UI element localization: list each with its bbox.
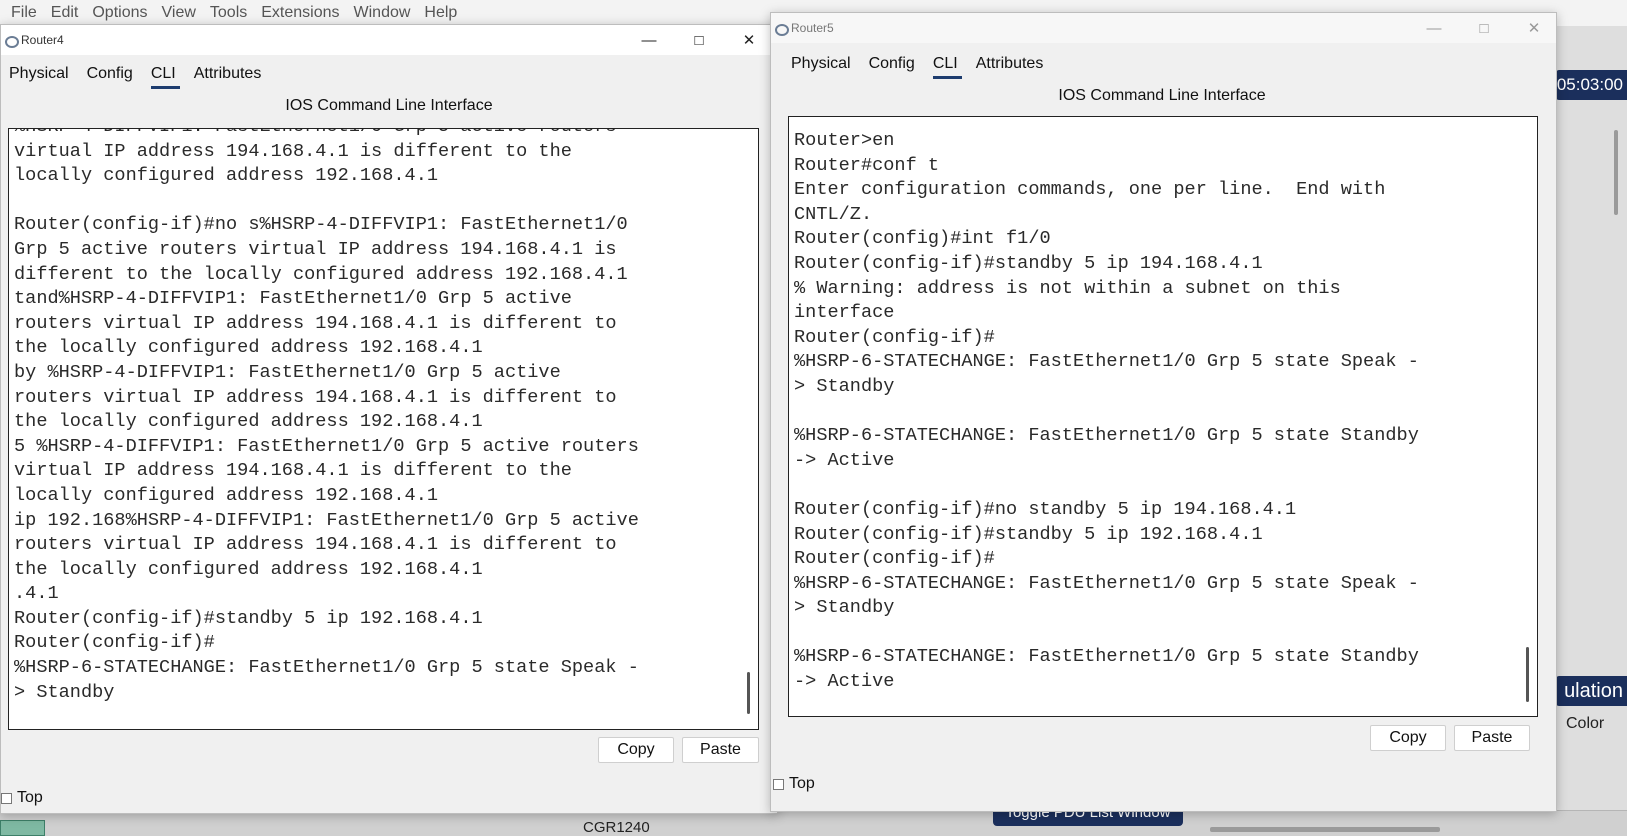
- tab-physical[interactable]: Physical: [783, 49, 861, 79]
- menu-window[interactable]: Window: [347, 4, 418, 22]
- menu-view[interactable]: View: [155, 4, 203, 22]
- router4-titlebar[interactable]: Router4 — □ ✕: [1, 25, 777, 55]
- menu-edit[interactable]: Edit: [44, 4, 86, 22]
- router5-titlebar[interactable]: Router5 — □ ✕: [771, 13, 1556, 43]
- tab-config[interactable]: Config: [79, 59, 143, 89]
- tab-config[interactable]: Config: [861, 49, 925, 79]
- menu-file[interactable]: File: [4, 4, 44, 22]
- router4-tab-bar: Physical Config CLI Attributes: [1, 59, 271, 89]
- router4-window: Router4 — □ ✕ Physical Config CLI Attrib…: [0, 24, 778, 814]
- paste-button[interactable]: Paste: [1454, 725, 1530, 751]
- menu-help[interactable]: Help: [417, 4, 464, 22]
- checkbox-icon[interactable]: [773, 778, 784, 790]
- tab-cli[interactable]: CLI: [143, 59, 186, 89]
- router5-window: Router5 — □ ✕ Physical Config CLI Attrib…: [770, 12, 1557, 812]
- bottom-scrollbar[interactable]: [1210, 827, 1440, 832]
- maximize-icon[interactable]: □: [1461, 13, 1507, 43]
- router5-tab-bar: Physical Config CLI Attributes: [783, 49, 1053, 79]
- top-checkbox[interactable]: Top: [773, 775, 815, 793]
- maximize-icon[interactable]: □: [676, 25, 722, 55]
- menu-options[interactable]: Options: [85, 4, 154, 22]
- cli-header: IOS Command Line Interface: [1058, 87, 1266, 104]
- router-app-icon: [3, 33, 19, 48]
- router5-window-title: Router5: [791, 21, 834, 35]
- router-app-icon: [773, 21, 789, 36]
- color-column-label: Color: [1566, 715, 1605, 732]
- tab-physical[interactable]: Physical: [1, 59, 79, 89]
- copy-button[interactable]: Copy: [598, 737, 674, 763]
- router5-terminal[interactable]: Router>en Router#conf t Enter configurat…: [788, 116, 1538, 717]
- router4-terminal[interactable]: %HSRP-4-DIFFVIP1: FastEthernet1/0 Grp 5 …: [8, 128, 759, 730]
- router4-window-title: Router4: [21, 33, 64, 47]
- side-panel-scrollbar[interactable]: [1614, 130, 1618, 215]
- simulation-clock: 05:03:00: [1556, 70, 1627, 100]
- close-icon[interactable]: ✕: [726, 25, 772, 55]
- terminal-scrollbar[interactable]: [1526, 647, 1529, 702]
- router5-terminal-output: Router>en Router#conf t Enter configurat…: [794, 130, 1419, 693]
- device-icon[interactable]: [0, 820, 45, 836]
- device-model-label: CGR1240: [583, 819, 650, 836]
- minimize-icon[interactable]: —: [626, 25, 672, 55]
- top-checkbox-label: Top: [789, 775, 815, 792]
- paste-button[interactable]: Paste: [682, 737, 759, 763]
- tab-cli[interactable]: CLI: [925, 49, 968, 79]
- terminal-scrollbar[interactable]: [747, 672, 750, 714]
- router4-terminal-output: %HSRP-4-DIFFVIP1: FastEthernet1/0 Grp 5 …: [14, 129, 639, 703]
- top-checkbox-label: Top: [17, 789, 43, 806]
- close-icon[interactable]: ✕: [1511, 13, 1557, 43]
- cli-header: IOS Command Line Interface: [285, 97, 493, 114]
- top-checkbox[interactable]: Top: [1, 789, 43, 807]
- checkbox-icon[interactable]: [1, 792, 12, 804]
- minimize-icon[interactable]: —: [1411, 13, 1457, 43]
- simulation-mode-button[interactable]: ulation: [1556, 676, 1627, 706]
- copy-button[interactable]: Copy: [1370, 725, 1446, 751]
- tab-attributes[interactable]: Attributes: [968, 49, 1054, 79]
- menu-extensions[interactable]: Extensions: [254, 4, 346, 22]
- tab-attributes[interactable]: Attributes: [186, 59, 272, 89]
- menu-tools[interactable]: Tools: [203, 4, 254, 22]
